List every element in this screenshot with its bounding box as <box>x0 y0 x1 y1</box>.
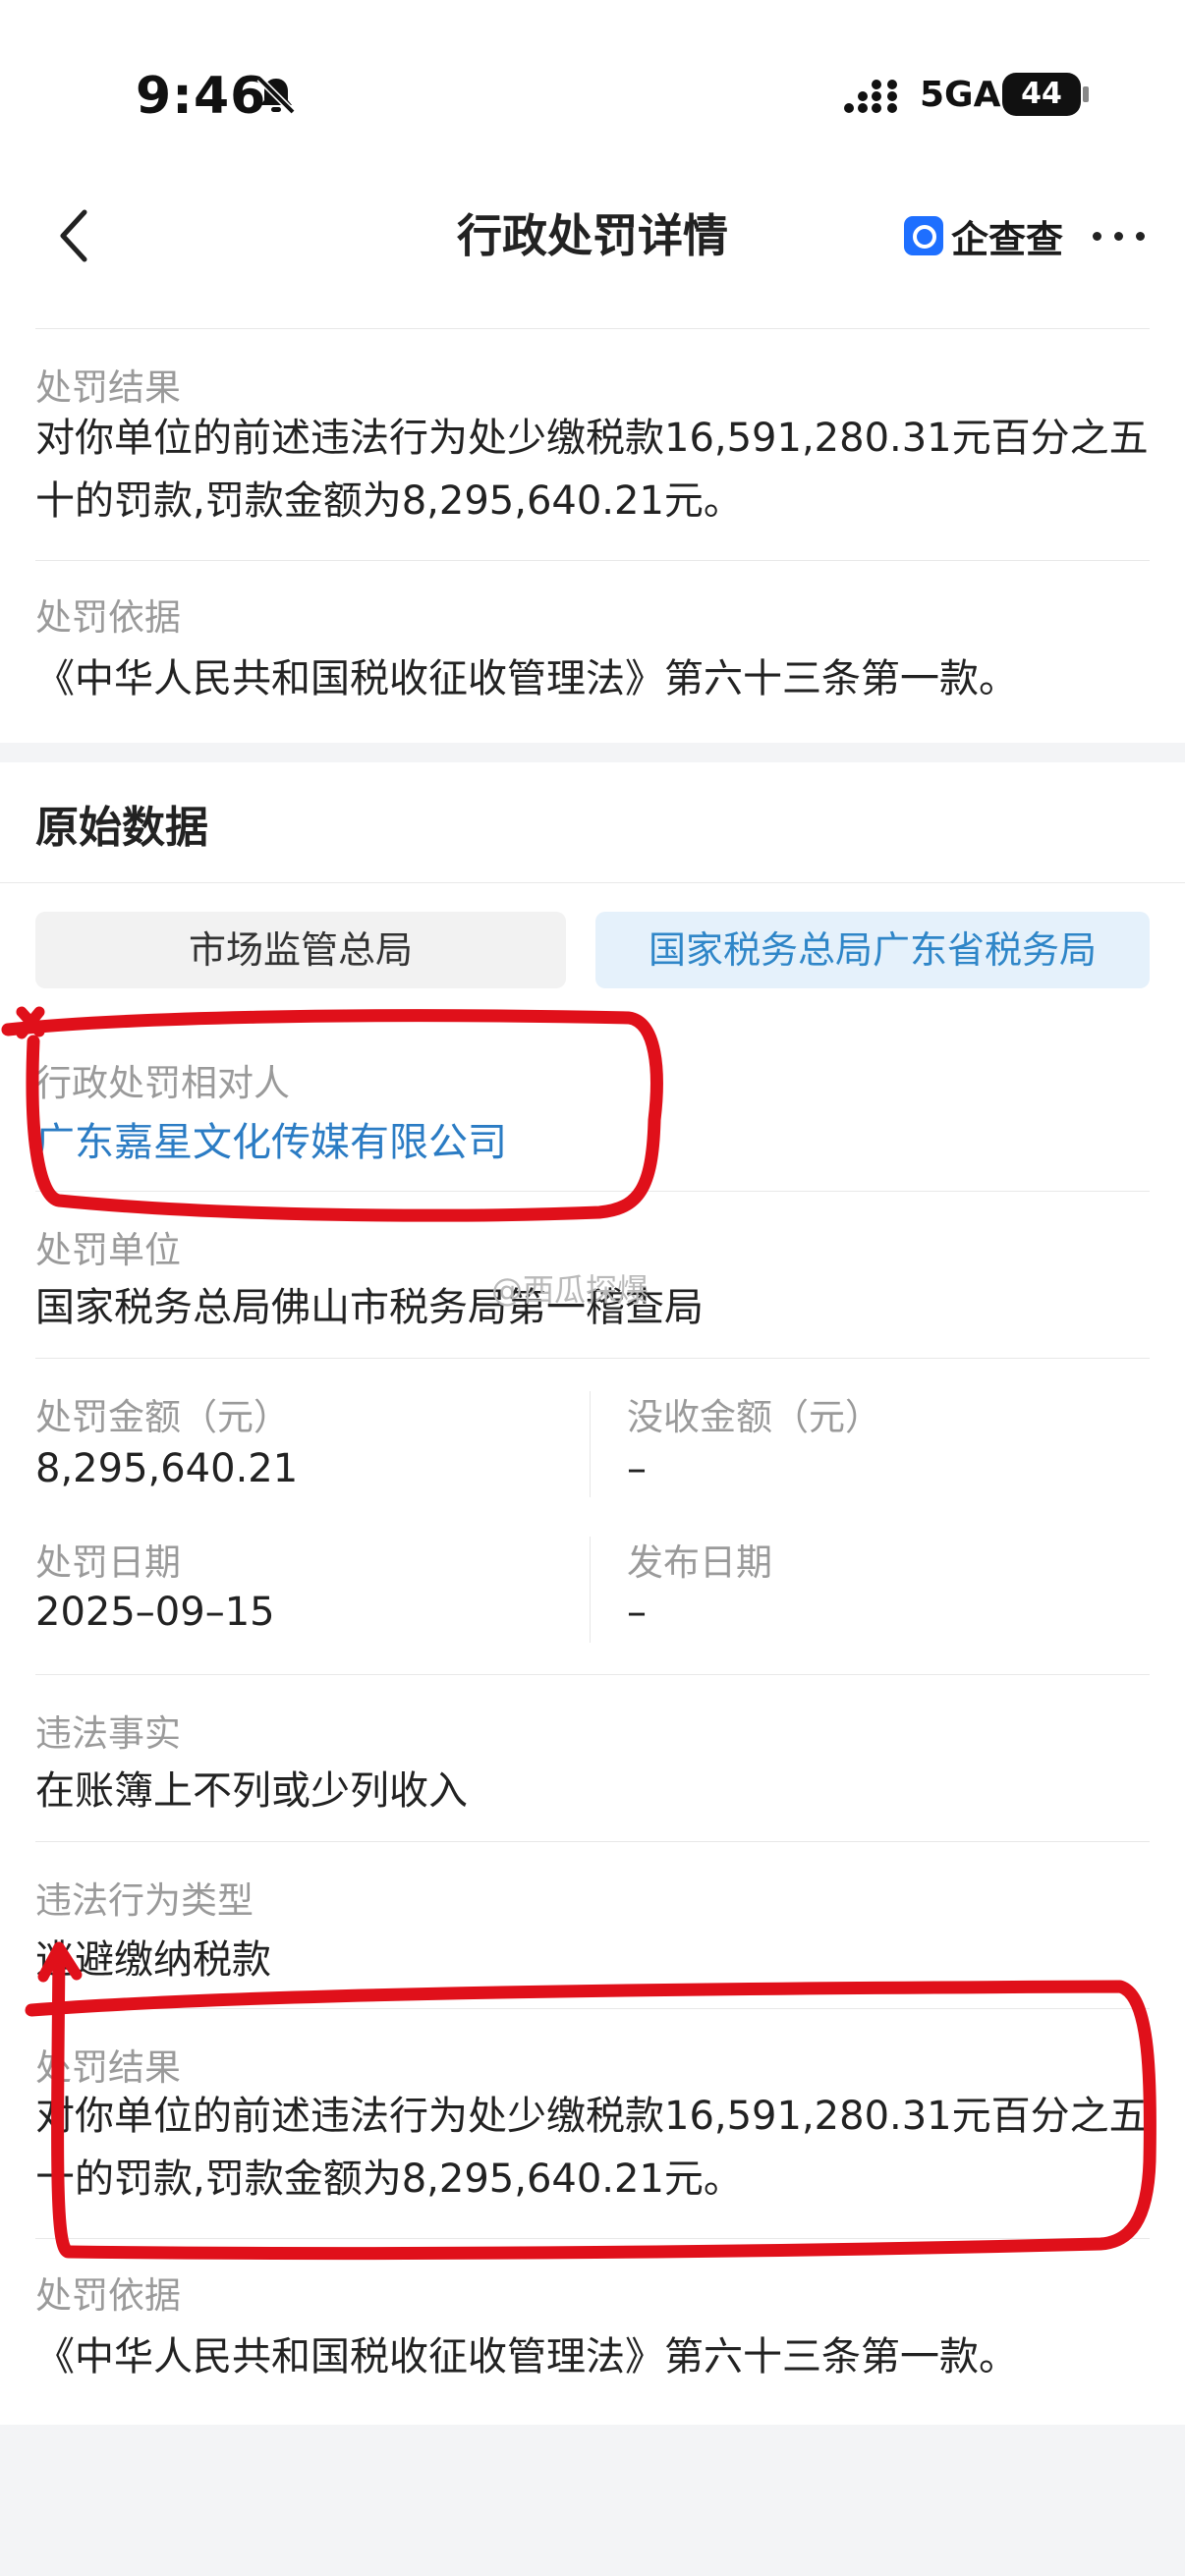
status-bar: 9:46 5GA 44 <box>0 0 1185 187</box>
source-tab-tax-bureau[interactable]: 国家税务总局广东省税务局 <box>595 912 1150 988</box>
fine-value: 8,295,640.21 <box>35 1446 299 1491</box>
facts-value: 在账簿上不列或少列收入 <box>35 1768 468 1814</box>
publish-value: – <box>627 1590 647 1635</box>
summary-card: 处罚结果 对你单位的前述违法行为处少缴税款16,591,280.31元百分之五十… <box>0 289 1185 743</box>
date-label: 处罚日期 <box>35 1541 181 1584</box>
divider <box>35 2238 1150 2239</box>
violation-type-label: 违法行为类型 <box>35 1879 254 1922</box>
original-data-card: 原始数据 市场监管总局 国家税务总局广东省税务局 行政处罚相对人 广东嘉星文化传… <box>0 762 1185 2425</box>
fine-label: 处罚金额（元） <box>35 1396 290 1438</box>
status-time: 9:46 <box>136 67 267 126</box>
battery-icon: 44 <box>1002 73 1081 116</box>
divider <box>35 560 1150 561</box>
signal-icon <box>844 80 897 113</box>
bell-slash-icon <box>256 76 296 115</box>
basis-value: 《中华人民共和国税收征收管理法》第六十三条第一款。 <box>35 2334 1018 2380</box>
divider <box>35 1191 1150 1192</box>
divider <box>35 1358 1150 1359</box>
facts-label: 违法事实 <box>35 1712 181 1755</box>
brand-logo[interactable]: 企查查 <box>904 206 1063 265</box>
qichacha-logo-icon <box>904 216 943 255</box>
source-tab-samr[interactable]: 市场监管总局 <box>35 912 566 988</box>
column-divider <box>590 1537 591 1643</box>
result-label: 处罚结果 <box>35 366 181 409</box>
network-type: 5GA <box>920 75 1001 115</box>
confiscated-value: – <box>627 1446 647 1491</box>
brand-name: 企查查 <box>951 217 1064 261</box>
divider <box>35 1841 1150 1842</box>
divider <box>35 1674 1150 1675</box>
divider <box>35 328 1150 329</box>
party-link[interactable]: 广东嘉星文化传媒有限公司 <box>35 1110 507 1167</box>
party-label: 行政处罚相对人 <box>35 1062 290 1104</box>
result-value: 对你单位的前述违法行为处少缴税款16,591,280.31元百分之五十的罚款,罚… <box>35 2094 1149 2202</box>
authority-label: 处罚单位 <box>35 1229 181 1271</box>
violation-type-value: 逃避缴纳税款 <box>35 1937 271 1983</box>
column-divider <box>590 1391 591 1497</box>
more-menu-icon[interactable] <box>1093 226 1152 246</box>
nav-bar: 行政处罚详情 企查查 <box>0 187 1185 290</box>
basis-value: 《中华人民共和国税收征收管理法》第六十三条第一款。 <box>35 656 1018 701</box>
basis-label: 处罚依据 <box>35 2274 181 2317</box>
section-title: 原始数据 <box>35 803 208 853</box>
result-label: 处罚结果 <box>35 2046 181 2089</box>
divider <box>35 2008 1150 2009</box>
divider <box>0 882 1185 883</box>
publish-label: 发布日期 <box>627 1541 772 1584</box>
battery-tip <box>1083 86 1089 102</box>
watermark: @西瓜探爆 <box>491 1271 649 1309</box>
result-value: 对你单位的前述违法行为处少缴税款16,591,280.31元百分之五十的罚款,罚… <box>35 416 1149 524</box>
basis-label: 处罚依据 <box>35 596 181 639</box>
date-value: 2025–09–15 <box>35 1590 275 1635</box>
confiscated-label: 没收金额（元） <box>627 1396 881 1438</box>
